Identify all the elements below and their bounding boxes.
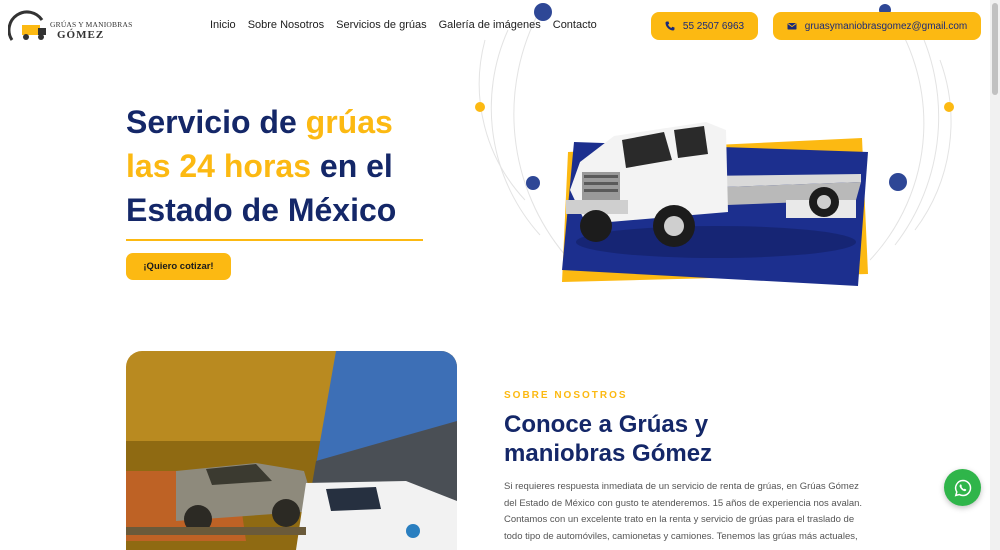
phone-button[interactable]: 55 2507 6963 bbox=[651, 12, 758, 40]
brand-name-line1: GRÚAS Y MANIOBRAS bbox=[50, 20, 133, 29]
nav-galeria[interactable]: Galería de imágenes bbox=[439, 19, 541, 31]
hero-title: Servicio de grúas las 24 horas en el Esta… bbox=[126, 100, 446, 232]
about-title: Conoce a Grúas y maniobras Gómez bbox=[504, 411, 713, 467]
nav-servicios[interactable]: Servicios de grúas bbox=[336, 19, 427, 31]
email-button[interactable]: gruasymaniobrasgomez@gmail.com bbox=[773, 12, 981, 40]
whatsapp-button[interactable] bbox=[944, 469, 981, 506]
brand-name-line2: GÓMEZ bbox=[57, 29, 105, 41]
main-nav: Inicio Sobre Nosotros Servicios de grúas… bbox=[210, 19, 597, 31]
hero-divider bbox=[126, 239, 423, 241]
tow-truck-image bbox=[562, 122, 868, 286]
nav-contacto[interactable]: Contacto bbox=[553, 19, 597, 31]
nav-sobre-nosotros[interactable]: Sobre Nosotros bbox=[248, 19, 324, 31]
hero-title-part1: Servicio de bbox=[126, 104, 306, 140]
phone-number: 55 2507 6963 bbox=[682, 20, 745, 32]
about-eyebrow: SOBRE NOSOTROS bbox=[504, 390, 628, 401]
deco-dot bbox=[475, 102, 485, 112]
email-address: gruasymaniobrasgomez@gmail.com bbox=[804, 20, 968, 32]
phone-icon bbox=[665, 21, 675, 31]
scrollbar-thumb[interactable] bbox=[992, 3, 998, 95]
site-header: GRÚAS Y MANIOBRAS GÓMEZ Inicio Sobre Nos… bbox=[0, 0, 990, 52]
nav-inicio[interactable]: Inicio bbox=[210, 19, 236, 31]
deco-dot bbox=[526, 176, 540, 190]
about-photo bbox=[126, 351, 457, 550]
quote-button[interactable]: ¡Quiero cotizar! bbox=[126, 253, 231, 280]
brand-logo[interactable]: GRÚAS Y MANIOBRAS GÓMEZ bbox=[7, 10, 132, 46]
hero-title-accent1: grúas bbox=[305, 104, 393, 140]
whatsapp-icon bbox=[954, 479, 971, 496]
about-description: Si requieres respuesta inmediata de un s… bbox=[504, 481, 863, 542]
tow-truck-logo-icon bbox=[7, 10, 46, 41]
envelope-icon bbox=[787, 23, 797, 30]
hero-title-accent2: las 24 horas bbox=[126, 148, 311, 184]
deco-dot bbox=[889, 173, 907, 191]
deco-dot bbox=[944, 102, 954, 112]
